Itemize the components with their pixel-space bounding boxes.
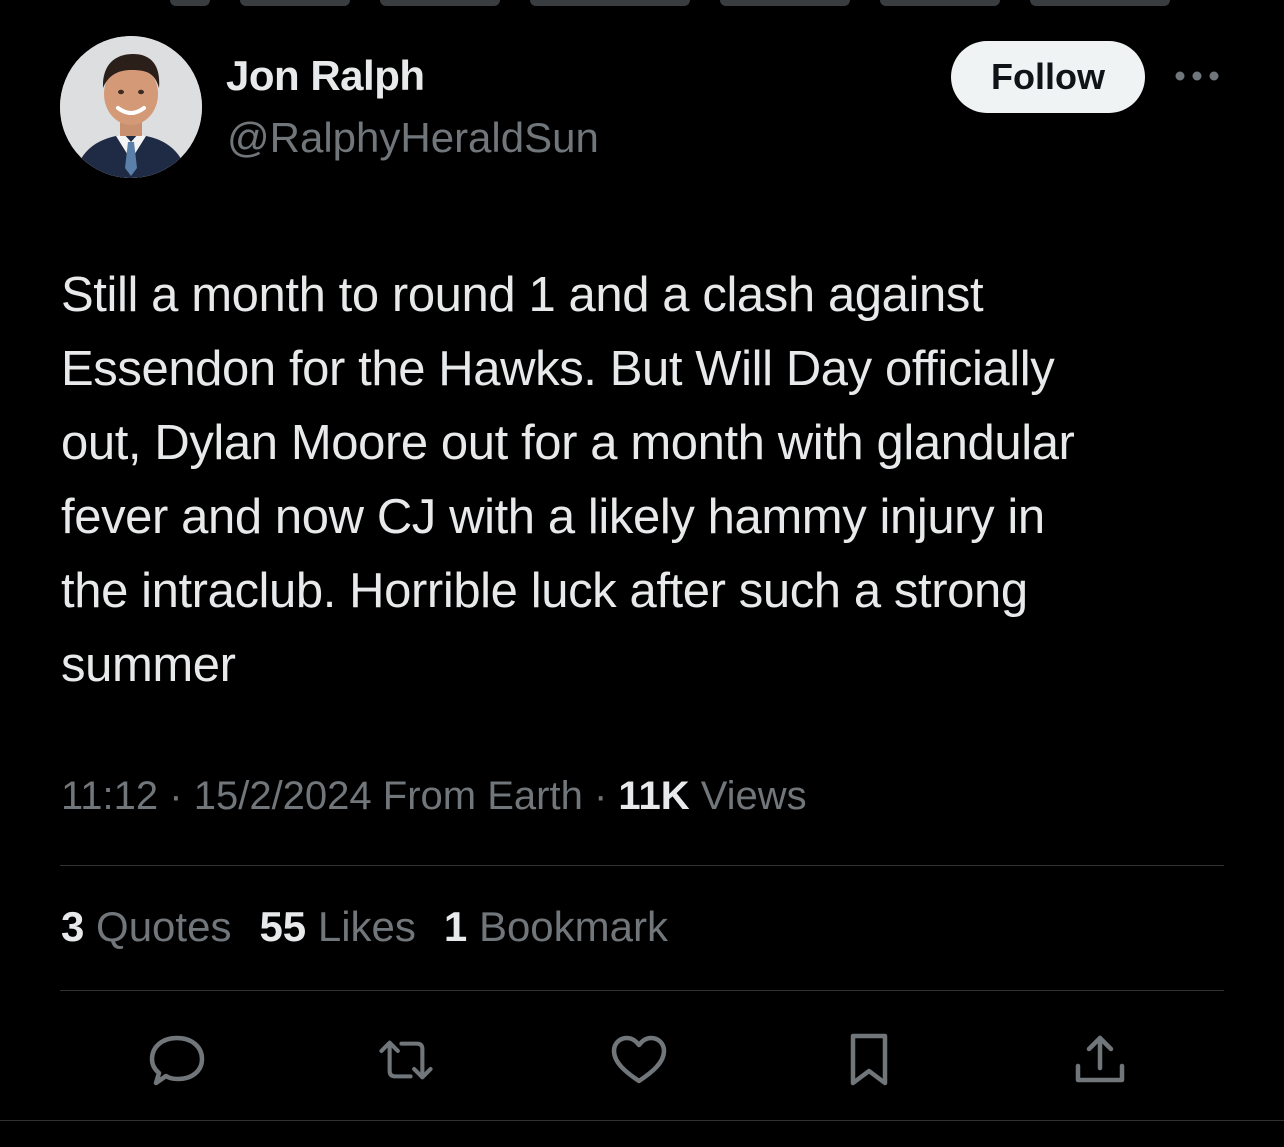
quotes-stat[interactable]: 3 Quotes <box>61 903 231 951</box>
share-icon[interactable] <box>1070 1030 1130 1090</box>
views-count: 11K <box>618 774 690 818</box>
heart-icon[interactable] <box>609 1030 669 1090</box>
tweet-time[interactable]: 11:12 <box>61 774 158 818</box>
engagement-stats: 3 Quotes 55 Likes 1 Bookmark <box>61 903 668 951</box>
tweet-date-source[interactable]: 15/2/2024 From Earth <box>194 774 583 818</box>
bookmarks-label: Bookmark <box>478 903 668 950</box>
avatar[interactable] <box>60 36 202 178</box>
author-name[interactable]: Jon Ralph <box>226 52 425 100</box>
meta-separator: · <box>593 774 608 818</box>
likes-count: 55 <box>259 903 307 950</box>
views-label: Views <box>700 774 807 818</box>
tweet-text: Still a month to round 1 and a clash aga… <box>61 268 1075 692</box>
divider <box>60 990 1224 991</box>
follow-button[interactable]: Follow <box>951 41 1145 113</box>
bookmarks-count: 1 <box>443 903 468 950</box>
likes-label: Likes <box>317 903 416 950</box>
tweet-meta: 11:12 · 15/2/2024 From Earth · 11K Views <box>61 774 807 819</box>
likes-stat[interactable]: 55 Likes <box>259 903 415 951</box>
quotes-count: 3 <box>61 903 85 950</box>
author-handle[interactable]: @RalphyHeraldSun <box>227 114 599 162</box>
bookmark-icon[interactable] <box>839 1030 899 1090</box>
more-icon[interactable] <box>1172 62 1222 90</box>
bookmarks-stat[interactable]: 1 Bookmark <box>444 903 668 951</box>
retweet-icon[interactable] <box>376 1030 436 1090</box>
divider <box>0 1120 1284 1121</box>
divider <box>60 865 1224 866</box>
meta-separator: · <box>169 774 183 818</box>
quotes-label: Quotes <box>96 903 232 950</box>
previous-tweet-cutoff <box>150 0 1190 8</box>
reply-icon[interactable] <box>147 1030 207 1090</box>
